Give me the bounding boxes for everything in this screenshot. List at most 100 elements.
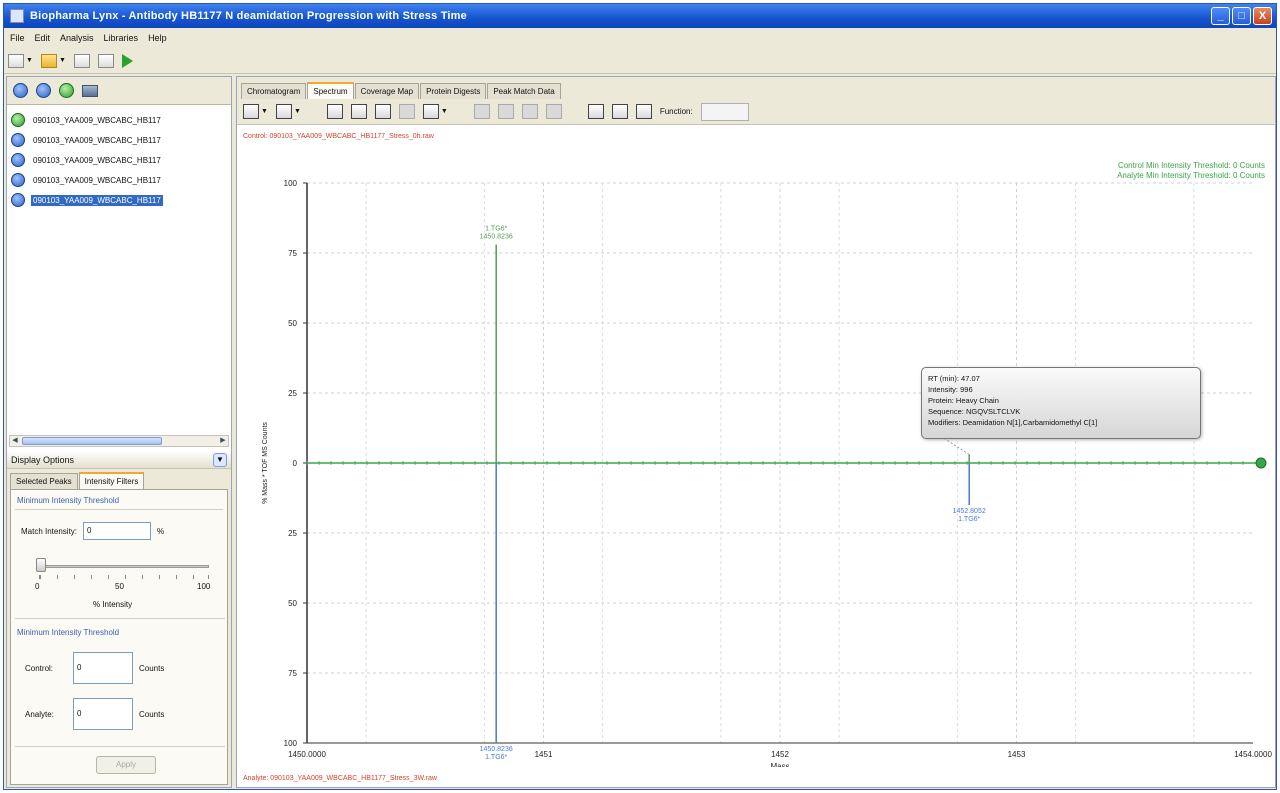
align-right-icon[interactable] bbox=[521, 104, 538, 119]
app-window: Biopharma Lynx - Antibody HB1177 N deami… bbox=[3, 3, 1277, 790]
menu-analysis[interactable]: Analysis bbox=[60, 33, 94, 43]
run-icon[interactable] bbox=[121, 53, 133, 68]
display-options-tabs: Selected Peaks Intensity Filters bbox=[7, 469, 231, 489]
group-title-counts: Minimum Intensity Threshold bbox=[17, 628, 120, 637]
file-name: 090103_YAA009_WBCABC_HB117 bbox=[33, 175, 161, 185]
display-options-header: Display Options ▼ bbox=[7, 451, 231, 469]
menu-help[interactable]: Help bbox=[148, 33, 167, 43]
tab-chromatogram[interactable]: Chromatogram bbox=[241, 83, 307, 99]
peak-mass-label: 1452.8052 bbox=[953, 508, 986, 515]
open-folder-icon[interactable] bbox=[40, 53, 57, 68]
mirror-spectrum-chart[interactable]: 1450.0000 1451 1452 1453 1454.0000 100 75 50 25 0… bbox=[237, 127, 1275, 767]
back-icon[interactable] bbox=[13, 83, 28, 98]
library-icon[interactable] bbox=[82, 84, 98, 97]
scrollbar-thumb[interactable] bbox=[22, 437, 162, 445]
menu-bar: File Edit Analysis Libraries Help bbox=[4, 28, 1276, 48]
menu-edit[interactable]: Edit bbox=[35, 33, 51, 43]
y-tick-label: 100 bbox=[284, 179, 298, 188]
x-tick-label: 1451 bbox=[535, 750, 553, 759]
slider-ticks bbox=[39, 575, 209, 579]
function-label: Function: bbox=[659, 107, 693, 116]
file-name: 090103_YAA009_WBCABC_HB117 bbox=[33, 135, 161, 145]
tooltip-rt: RT (min): 47.07 bbox=[928, 374, 980, 383]
x-axis-label: Mass bbox=[770, 762, 789, 767]
save-icon[interactable] bbox=[73, 53, 90, 68]
align-justify-icon[interactable] bbox=[545, 104, 562, 119]
intensity-slider-thumb[interactable] bbox=[36, 558, 46, 572]
main-tabs: Chromatogram Spectrum Coverage Map Prote… bbox=[237, 77, 1275, 99]
peak-mass-label: 1450.8236 bbox=[480, 746, 513, 753]
file-item[interactable]: 090103_YAA009_WBCABC_HB117 bbox=[11, 150, 227, 170]
tab-peak-match-data[interactable]: Peak Match Data bbox=[487, 83, 561, 99]
refresh-icon[interactable] bbox=[59, 83, 74, 98]
function-icon[interactable] bbox=[635, 104, 652, 119]
divider bbox=[15, 509, 223, 510]
analyte-threshold-input[interactable]: 0 bbox=[73, 698, 133, 730]
spectrum-toolbar: ▼ ▼ ▼ Function: bbox=[237, 99, 1275, 125]
zoom-out-icon[interactable] bbox=[350, 104, 367, 119]
pan-icon[interactable] bbox=[398, 104, 415, 119]
layout-icon[interactable] bbox=[422, 104, 439, 119]
menu-libraries[interactable]: Libraries bbox=[104, 33, 139, 43]
new-icon[interactable] bbox=[8, 53, 24, 68]
file-item[interactable]: 090103_YAA009_WBCABC_HB117 bbox=[11, 110, 227, 130]
display-options-panel: Display Options ▼ Selected Peaks Intensi… bbox=[7, 451, 231, 787]
x-tick-label: 1450.0000 bbox=[288, 750, 326, 759]
collapse-chevron-icon[interactable]: ▼ bbox=[213, 452, 227, 467]
tab-coverage-map[interactable]: Coverage Map bbox=[354, 83, 420, 99]
export-image-icon[interactable] bbox=[611, 104, 628, 119]
menu-file[interactable]: File bbox=[10, 33, 25, 43]
file-name: 090103_YAA009_WBCABC_HB117 bbox=[31, 194, 163, 206]
file-list-scrollbar[interactable]: ◀ ▶ bbox=[9, 435, 229, 447]
control-file-icon bbox=[11, 113, 25, 127]
spectrum-panel: Chromatogram Spectrum Coverage Map Prote… bbox=[236, 76, 1276, 788]
x-tick-label: 1452 bbox=[771, 750, 789, 759]
y-tick-label: 100 bbox=[284, 739, 298, 748]
align-center-icon[interactable] bbox=[497, 104, 514, 119]
tab-intensity-filters[interactable]: Intensity Filters bbox=[78, 472, 145, 489]
file-item[interactable]: 090103_YAA009_WBCABC_HB117 bbox=[11, 170, 227, 190]
scroll-left-icon[interactable]: ◀ bbox=[10, 436, 20, 446]
match-intensity-label: Match Intensity: bbox=[21, 526, 78, 536]
match-intensity-row: Match Intensity: 0 % bbox=[21, 522, 164, 540]
tab-spectrum[interactable]: Spectrum bbox=[307, 82, 354, 99]
tooltip-modifiers: Modifiers: Deamidation N[1],Carbamidomet… bbox=[928, 418, 1098, 427]
y-tick-label: 75 bbox=[288, 669, 297, 678]
percent-unit: % bbox=[157, 526, 165, 536]
y-tick-label: 0 bbox=[293, 459, 298, 468]
select-dropdown-icon[interactable]: ▼ bbox=[261, 108, 268, 115]
match-intensity-input[interactable]: 0 bbox=[83, 522, 152, 540]
display-mode-icon[interactable] bbox=[275, 104, 292, 119]
function-select[interactable] bbox=[700, 102, 749, 121]
zoom-in-icon[interactable] bbox=[326, 104, 343, 119]
slider-mid-label: 50 bbox=[115, 582, 124, 591]
file-item-selected[interactable]: 090103_YAA009_WBCABC_HB117 bbox=[11, 190, 227, 210]
align-left-icon[interactable] bbox=[473, 104, 490, 119]
tooltip-sequence: Sequence: NGQVSLTCLVK bbox=[928, 407, 1021, 416]
display-dropdown-icon[interactable]: ▼ bbox=[294, 108, 301, 115]
tooltip-intensity: Intensity: 996 bbox=[928, 385, 973, 394]
tab-selected-peaks[interactable]: Selected Peaks bbox=[10, 473, 78, 489]
file-item[interactable]: 090103_YAA009_WBCABC_HB117 bbox=[11, 130, 227, 150]
open-dropdown-icon[interactable]: ▼ bbox=[59, 57, 66, 64]
slider-caption: % Intensity bbox=[93, 600, 133, 609]
reset-zoom-icon[interactable] bbox=[374, 104, 391, 119]
slider-min-label: 0 bbox=[35, 582, 40, 591]
control-threshold-input[interactable]: 0 bbox=[73, 652, 133, 684]
minimize-button[interactable]: _ bbox=[1211, 7, 1230, 25]
maximize-button[interactable]: □ bbox=[1232, 7, 1251, 25]
scroll-right-icon[interactable]: ▶ bbox=[218, 436, 228, 446]
new-dropdown-icon[interactable]: ▼ bbox=[26, 57, 33, 64]
tab-protein-digests[interactable]: Protein Digests bbox=[420, 83, 487, 99]
forward-icon[interactable] bbox=[36, 83, 51, 98]
close-button[interactable]: X bbox=[1253, 7, 1272, 25]
copy-icon[interactable] bbox=[587, 104, 604, 119]
intensity-slider-track[interactable] bbox=[37, 565, 209, 568]
file-name: 090103_YAA009_WBCABC_HB117 bbox=[33, 115, 161, 125]
layout-dropdown-icon[interactable]: ▼ bbox=[441, 108, 448, 115]
export-icon[interactable] bbox=[97, 53, 114, 68]
apply-button[interactable]: Apply bbox=[96, 756, 156, 774]
peak-tooltip: RT (min): 47.07 Intensity: 996 Protein: … bbox=[921, 367, 1201, 439]
analyte-file-icon bbox=[11, 173, 25, 187]
select-mode-icon[interactable] bbox=[243, 104, 259, 119]
